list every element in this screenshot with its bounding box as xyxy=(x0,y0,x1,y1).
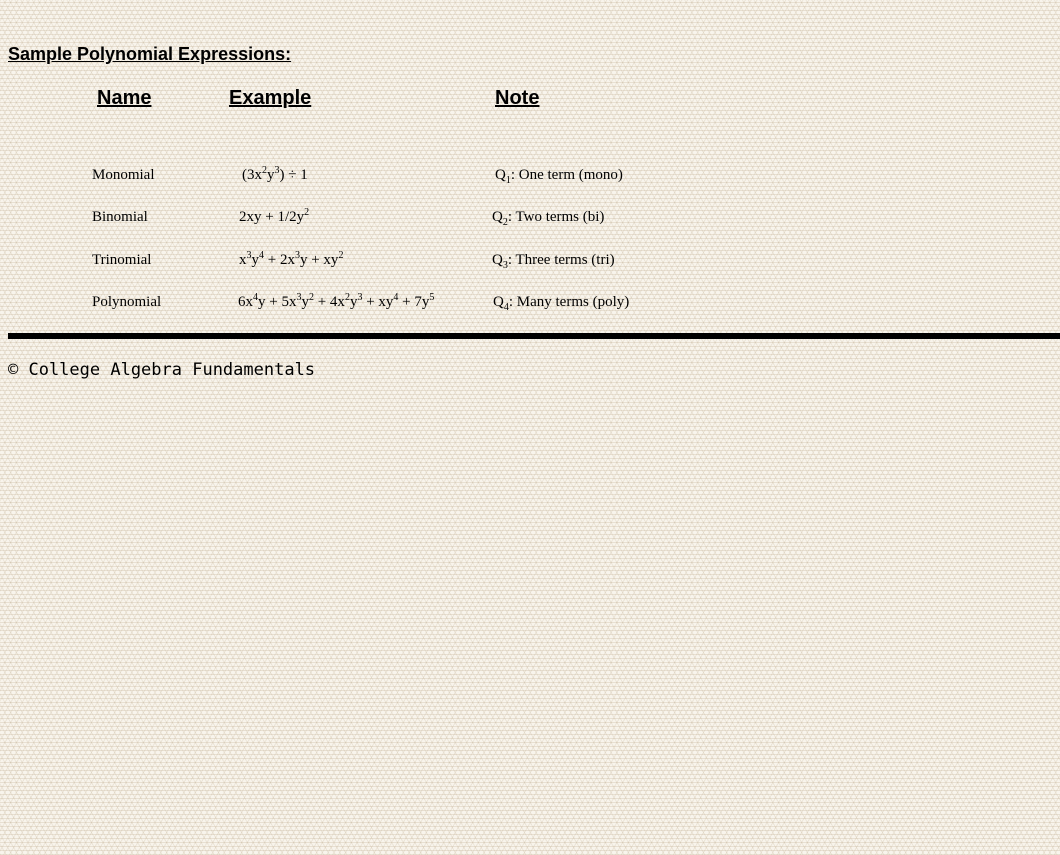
superscript: 4 xyxy=(253,292,258,303)
superscript: 2 xyxy=(344,292,350,303)
table-row: Trinomial x3y4 + 2x3y + xy2 Q3: Three te… xyxy=(0,249,1060,273)
row-name: Binomial xyxy=(92,209,148,225)
superscript: 5 xyxy=(429,292,435,303)
table-row: Binomial 2xy + 1/2y2 Q2: Two terms (bi) xyxy=(0,206,1060,230)
superscript: 3 xyxy=(246,250,252,261)
superscript: 3 xyxy=(294,250,300,261)
row-note: Q1: One term (mono) xyxy=(495,167,623,186)
table-row: Monomial (3x2y3) ÷ 1 Q1: One term (mono) xyxy=(0,164,1060,188)
row-note: Q3: Three terms (tri) xyxy=(492,252,615,271)
superscript: 2 xyxy=(262,165,267,176)
page-heading: Sample Polynomial Expressions: xyxy=(8,44,292,64)
subscript: 4 xyxy=(503,302,509,313)
row-example: x3y4 + 2x3y + xy2 xyxy=(239,250,344,269)
superscript: 2 xyxy=(308,292,314,303)
column-header-note: Note xyxy=(495,87,540,109)
superscript: 2 xyxy=(338,250,344,261)
horizontal-rule xyxy=(8,333,1060,339)
column-header-example: Example xyxy=(229,87,312,109)
row-note: Q4: Many terms (poly) xyxy=(493,294,630,313)
superscript: 3 xyxy=(357,292,363,303)
column-header-name: Name xyxy=(97,87,152,109)
superscript: 4 xyxy=(259,250,264,261)
superscript: 3 xyxy=(296,292,302,303)
copyright-footer: © College Algebra Fundamentals xyxy=(8,360,316,380)
row-name: Polynomial xyxy=(92,294,162,310)
row-note: Q2: Two terms (bi) xyxy=(492,209,605,228)
subscript: 1 xyxy=(505,175,511,186)
superscript: 4 xyxy=(393,292,399,303)
superscript: 3 xyxy=(274,165,280,176)
row-example: 2xy + 1/2y2 xyxy=(239,207,310,226)
row-example: 6x4y + 5x3y2 + 4x2y3 + xy4 + 7y5 xyxy=(238,292,435,311)
subscript: 3 xyxy=(502,260,508,271)
table-row: Polynomial 6x4y + 5x3y2 + 4x2y3 + xy4 + … xyxy=(0,291,1060,315)
row-name: Trinomial xyxy=(92,252,152,268)
superscript: 2 xyxy=(304,207,310,218)
row-example: (3x2y3) ÷ 1 xyxy=(242,165,308,184)
row-name: Monomial xyxy=(92,167,155,183)
subscript: 2 xyxy=(502,217,508,228)
